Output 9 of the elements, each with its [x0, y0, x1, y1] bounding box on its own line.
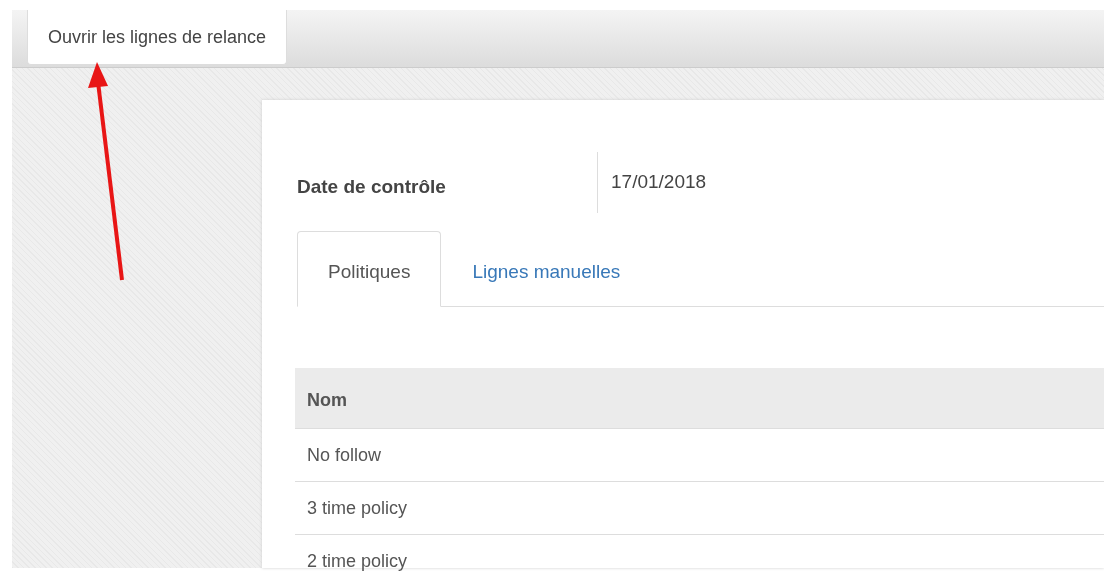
tab[interactable]: Lignes manuelles: [441, 230, 652, 307]
open-reminder-lines-button[interactable]: Ouvrir les lignes de relance: [27, 10, 288, 65]
table-cell: 3 time policy: [295, 482, 1104, 535]
field-value: 17/01/2018: [597, 152, 707, 213]
table-cell: 2 time policy: [295, 535, 1104, 572]
column-header: Nom: [295, 368, 1104, 429]
table-cell: No follow: [295, 429, 1104, 482]
field-label: Date de contrôle: [297, 175, 447, 199]
tab[interactable]: Politiques: [297, 230, 442, 307]
